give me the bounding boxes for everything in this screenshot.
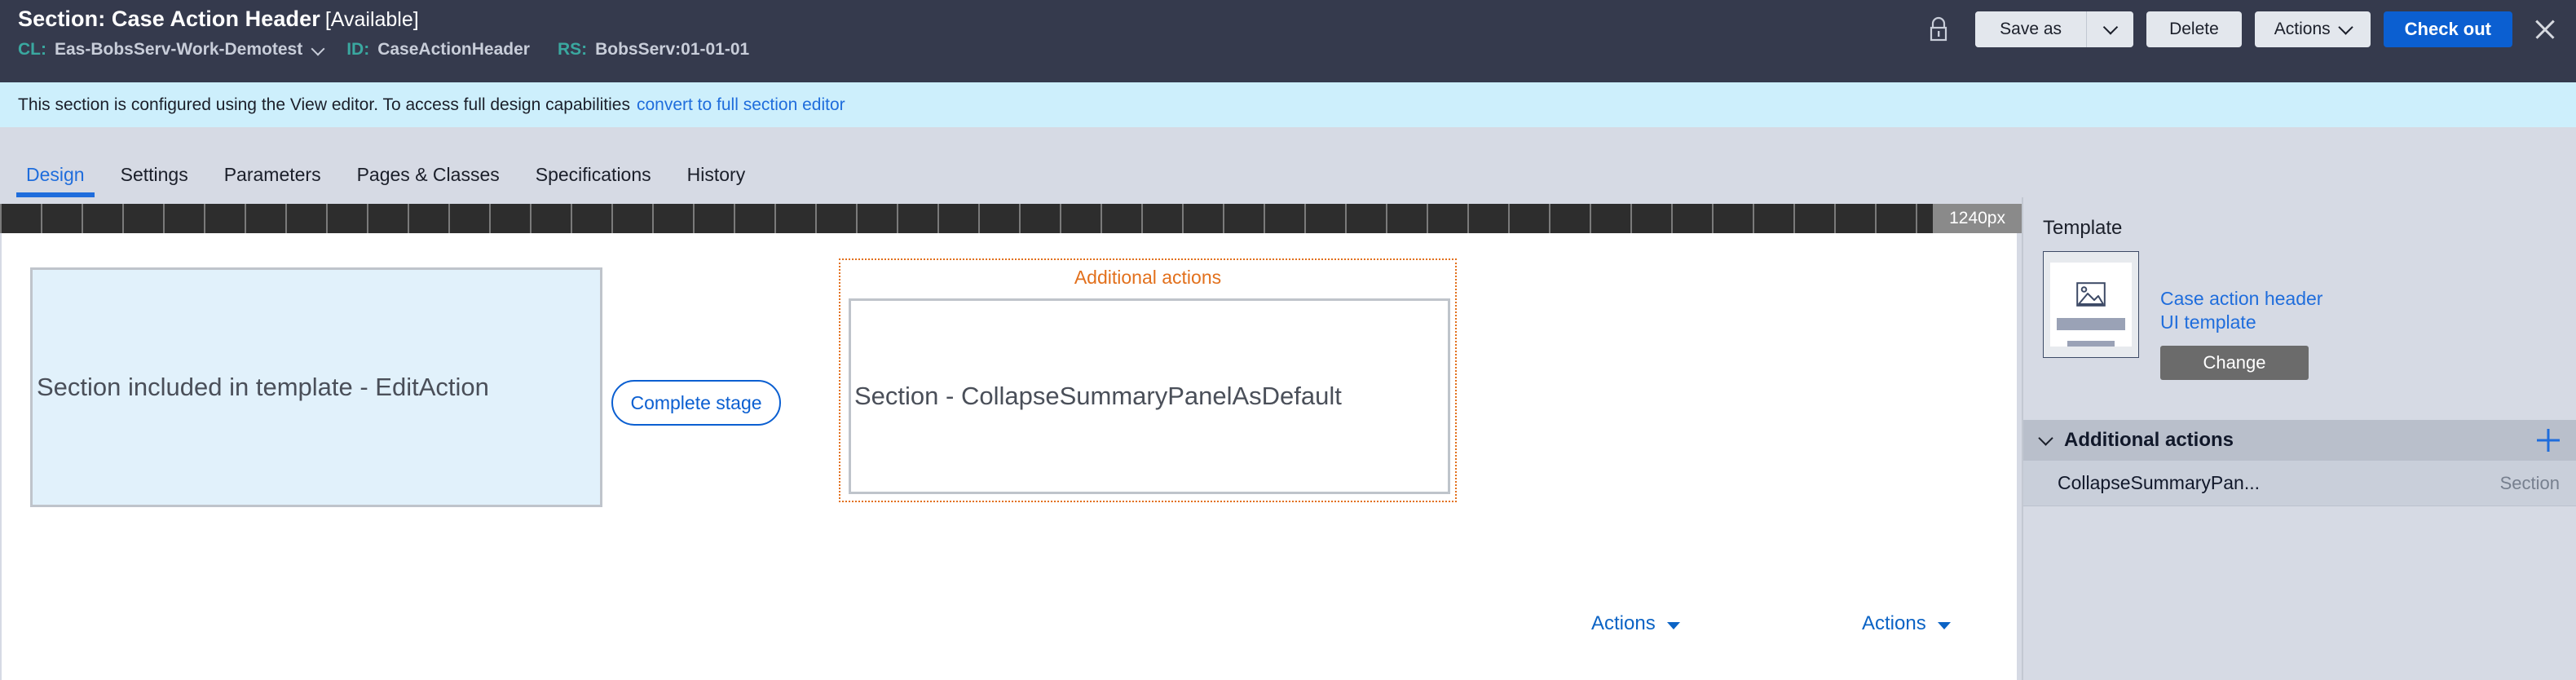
page-title: Section: Case Action Header [Available]	[18, 7, 419, 32]
check-out-button[interactable]: Check out	[2383, 11, 2512, 47]
canvas-actions-dropdown-2[interactable]: Actions	[1862, 612, 1951, 635]
additional-actions-group-title: Additional actions	[2064, 429, 2234, 451]
section-editor-window: Section: Case Action Header [Available] C…	[0, 0, 2576, 680]
page-title-status: [Available]	[324, 8, 419, 31]
class-label: CL:	[18, 40, 46, 59]
breadcrumb: CL: Eas-BobsServ-Work-Demotest ID: CaseA…	[18, 40, 759, 60]
canvas-ruler[interactable]: 1240px	[0, 204, 2022, 233]
close-icon[interactable]	[2529, 13, 2561, 46]
actions-menu-label: Actions	[2274, 20, 2331, 38]
chevron-down-icon	[2337, 20, 2353, 35]
image-placeholder-icon	[2076, 282, 2106, 307]
tab-pages-and-classes[interactable]: Pages & Classes	[339, 166, 518, 197]
lock-icon	[1925, 14, 1952, 45]
included-template-section-label: Section included in template - EditActio…	[37, 373, 489, 401]
tab-design[interactable]: Design	[8, 166, 103, 197]
list-item-type: Section	[2499, 472, 2560, 493]
header-actions: Save as Delete Actions Check out	[1925, 7, 2561, 52]
template-thumbnail-preview	[2050, 263, 2132, 347]
tab-specifications[interactable]: Specifications	[518, 166, 669, 197]
info-banner: This section is configured using the Vie…	[0, 82, 2576, 127]
canvas-width-badge: 1240px	[1933, 204, 2022, 233]
design-canvas-area: 1240px Section included in template - Ed…	[0, 197, 2022, 680]
page-title-text: Section: Case Action Header	[18, 7, 320, 31]
window-header: Section: Case Action Header [Available] C…	[0, 0, 2576, 82]
info-banner-text: This section is configured using the Vie…	[18, 95, 630, 114]
ruleset-value: BobsServ:01-01-01	[595, 40, 750, 59]
collapse-summary-panel-section[interactable]: Section - CollapseSummaryPanelAsDefault	[849, 298, 1450, 494]
template-thumbnail[interactable]	[2043, 251, 2139, 358]
ruler-ticks	[0, 204, 1981, 233]
collapse-summary-panel-section-label: Section - CollapseSummaryPanelAsDefault	[854, 382, 1342, 410]
delete-button[interactable]: Delete	[2146, 11, 2242, 47]
canvas-actions-dropdown-1-label: Actions	[1591, 612, 1656, 634]
thumbnail-bar-secondary	[2067, 340, 2115, 347]
additional-actions-group-header[interactable]: Additional actions	[2023, 420, 2576, 461]
list-item-name: CollapseSummaryPan...	[2058, 472, 2260, 493]
plus-icon[interactable]	[2537, 429, 2560, 452]
list-item[interactable]: CollapseSummaryPan... Section	[2023, 461, 2576, 506]
save-as-button-group: Save as	[1975, 11, 2134, 47]
save-as-dropdown-toggle[interactable]	[2086, 11, 2134, 47]
included-template-section[interactable]: Section included in template - EditActio…	[30, 267, 602, 507]
ruleset-label: RS:	[557, 40, 588, 59]
id-value: CaseActionHeader	[377, 40, 530, 59]
actions-menu-button[interactable]: Actions	[2254, 11, 2371, 47]
caret-down-icon	[1937, 621, 1951, 629]
template-section-label: Template	[2043, 217, 2123, 239]
change-template-button[interactable]: Change	[2160, 346, 2309, 380]
canvas-actions-dropdown-2-label: Actions	[1862, 612, 1926, 634]
complete-stage-button[interactable]: Complete stage	[611, 380, 781, 426]
save-as-button[interactable]: Save as	[1975, 11, 2087, 47]
tab-history[interactable]: History	[669, 166, 764, 197]
convert-to-full-section-editor-link[interactable]: convert to full section editor	[637, 95, 845, 115]
tab-settings[interactable]: Settings	[103, 166, 206, 197]
tab-parameters[interactable]: Parameters	[206, 166, 339, 197]
class-value[interactable]: Eas-BobsServ-Work-Demotest	[55, 40, 302, 60]
properties-sidebar: Template Case action header UI template …	[2022, 197, 2576, 680]
canvas-actions-dropdown-1[interactable]: Actions	[1591, 612, 1680, 635]
tab-bar: Design Settings Parameters Pages & Class…	[0, 127, 2576, 197]
additional-actions-region[interactable]: Additional actions Section - CollapseSum…	[839, 258, 1457, 502]
template-name-link[interactable]: Case action header UI template	[2160, 287, 2340, 334]
id-label: ID:	[346, 40, 370, 59]
thumbnail-bar-primary	[2057, 318, 2125, 330]
additional-actions-region-title: Additional actions	[1074, 267, 1222, 288]
chevron-down-icon[interactable]	[312, 43, 325, 56]
chevron-down-icon[interactable]	[2038, 432, 2054, 448]
caret-down-icon	[1666, 621, 1680, 629]
design-canvas[interactable]: Section included in template - EditActio…	[2, 233, 2017, 680]
